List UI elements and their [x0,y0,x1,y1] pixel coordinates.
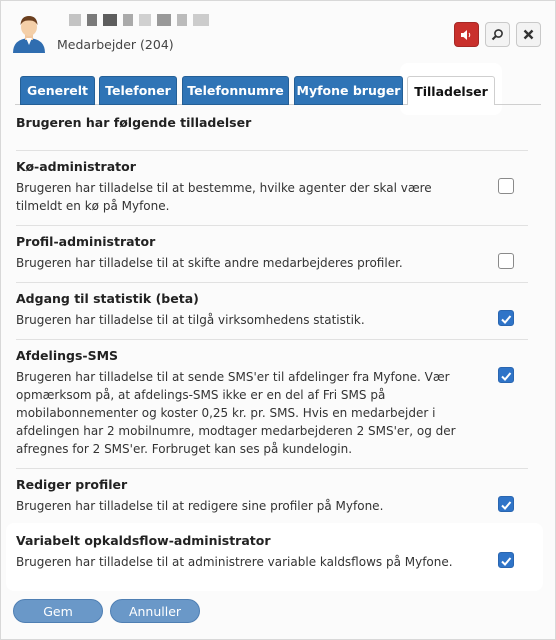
permission-checkbox[interactable] [498,367,514,383]
permission-item: Variabelt opkaldsflow-administrator Brug… [16,525,528,577]
user-name-redacted [69,14,219,26]
search-button[interactable] [485,22,510,47]
permission-title: Rediger profiler [16,477,128,492]
checkmark-icon [501,501,512,510]
permission-checkbox[interactable] [498,496,514,512]
permission-title: Adgang til statistik (beta) [16,291,199,306]
speaker-mute-icon [461,29,471,40]
tab-tilladelser[interactable]: Tilladelser [407,76,495,105]
permission-description: Brugeren har tilladelse til at tilgå vir… [16,313,365,327]
user-permissions-dialog: Medarbejder (204) Generelt Telefoner Tel… [0,0,556,640]
permission-title: Kø-administrator [16,159,136,174]
permission-checkbox[interactable] [498,310,514,326]
permission-description: Brugeren har tilladelse til at bestemme,… [16,181,432,213]
user-avatar-icon [13,16,45,53]
tab-bar: Generelt Telefoner Telefonnumre Myfone b… [15,72,541,105]
tab-generelt[interactable]: Generelt [20,76,95,105]
search-icon [491,29,503,41]
dialog-subtitle: Medarbejder (204) [57,37,174,52]
mute-button[interactable] [454,22,479,47]
close-icon [523,29,534,40]
permission-item: Profil-administrator Brugeren har tillad… [16,225,528,277]
permission-item: Afdelings-SMS Brugeren har tilladelse ti… [16,339,528,463]
permission-checkbox[interactable] [498,253,514,269]
permission-checkbox[interactable] [498,178,514,194]
permission-description: Brugeren har tilladelse til at skifte an… [16,256,403,270]
save-button[interactable]: Gem [13,599,103,623]
permission-checkbox[interactable] [498,552,514,568]
permission-description: Brugeren har tilladelse til at sende SMS… [16,370,456,456]
cancel-button[interactable]: Annuller [110,599,200,623]
permission-description: Brugeren har tilladelse til at redigere … [16,499,384,513]
permission-title: Afdelings-SMS [16,348,119,363]
permission-title: Profil-administrator [16,234,156,249]
permission-title: Variabelt opkaldsflow-administrator [16,533,271,548]
tab-telefonnumre[interactable]: Telefonnumre [182,76,289,105]
section-title: Brugeren har følgende tilladelser [16,115,252,130]
permission-description: Brugeren har tilladelse til at administr… [16,555,453,569]
checkmark-icon [501,557,512,566]
checkmark-icon [501,372,512,381]
close-button[interactable] [516,22,541,47]
checkmark-icon [501,315,512,324]
permission-item: Adgang til statistik (beta) Brugeren har… [16,282,528,334]
tab-telefoner[interactable]: Telefoner [99,76,177,105]
permission-item: Rediger profiler Brugeren har tilladelse… [16,468,528,520]
permission-item: Kø-administrator Brugeren har tilladelse… [16,150,528,220]
tab-myfone-bruger[interactable]: Myfone bruger [294,76,403,105]
